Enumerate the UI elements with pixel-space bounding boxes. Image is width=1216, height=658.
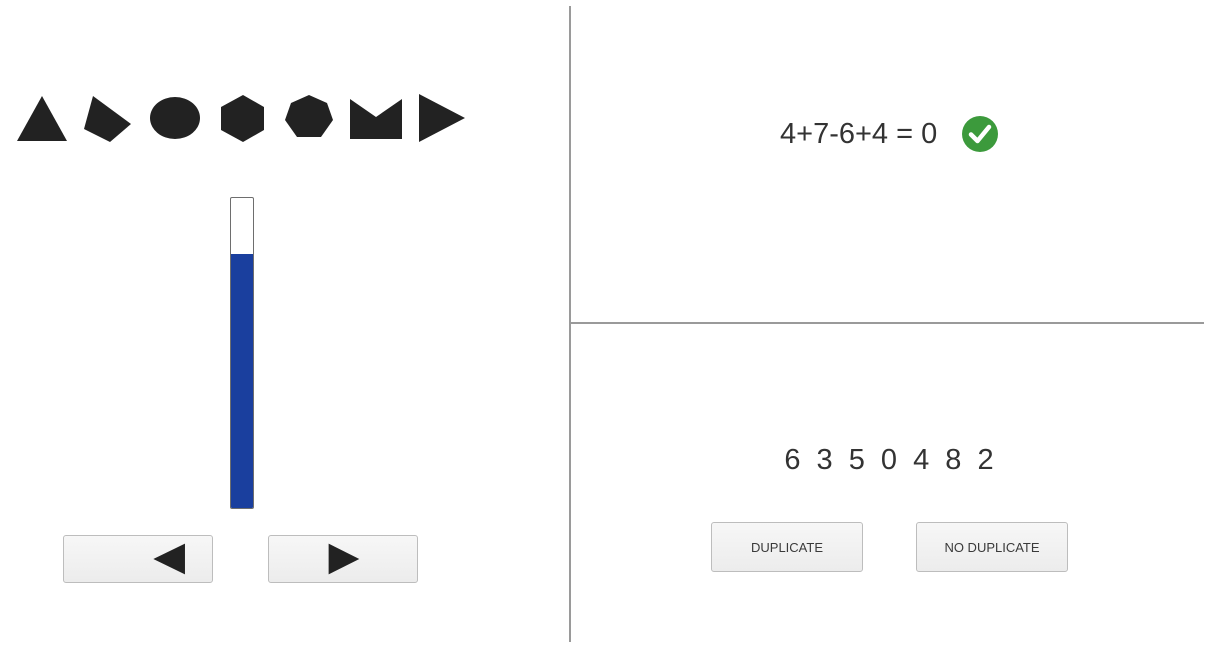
equation-text: 4+7-6+4 = 0 xyxy=(780,117,938,150)
hexagon-icon xyxy=(221,95,264,142)
duplicate-button[interactable]: DUPLICATE xyxy=(711,522,863,572)
notched-rectangle-icon xyxy=(350,99,402,139)
no-duplicate-button-label: NO DUPLICATE xyxy=(944,539,1040,555)
shape-sequence xyxy=(0,90,480,150)
heptagon-icon xyxy=(285,95,333,137)
right-triangle-arrow-icon xyxy=(419,94,465,142)
next-button[interactable] xyxy=(268,535,418,583)
previous-button[interactable] xyxy=(63,535,213,583)
quadrilateral-icon xyxy=(84,96,131,142)
level-gauge-fill xyxy=(231,253,253,508)
right-arrow-icon xyxy=(328,543,360,575)
triangle-icon xyxy=(17,96,67,141)
horizontal-divider xyxy=(571,322,1204,324)
duplicate-button-label: DUPLICATE xyxy=(751,539,823,555)
no-duplicate-button[interactable]: NO DUPLICATE xyxy=(916,522,1068,572)
equation-row: 4+7-6+4 = 0 xyxy=(780,112,999,156)
level-gauge xyxy=(230,197,254,509)
left-arrow-icon xyxy=(153,543,185,575)
digit-sequence: 6 3 5 0 4 8 2 xyxy=(784,444,996,476)
vertical-divider xyxy=(569,6,571,642)
ellipse-icon xyxy=(150,97,200,139)
check-circle-icon xyxy=(962,116,999,152)
